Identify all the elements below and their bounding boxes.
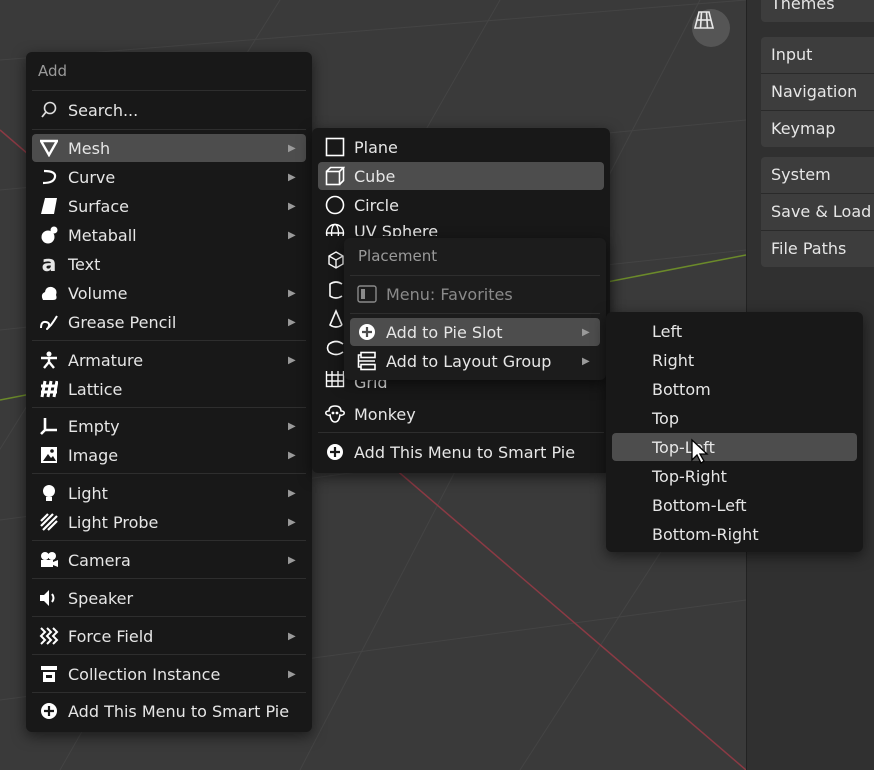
torus-icon (326, 338, 346, 362)
slot-bottom-left[interactable]: Bottom-Left (612, 491, 857, 519)
monkey-icon (324, 403, 346, 425)
menu-item-curve[interactable]: Curve ▶ (32, 163, 306, 191)
slot-top-right[interactable]: Top-Right (612, 462, 857, 490)
menu-item-force-field[interactable]: Force Field ▶ (32, 622, 306, 650)
cone-icon (326, 308, 346, 333)
pref-group-interface: Themes (761, 0, 874, 22)
menu-item-volume[interactable]: Volume ▶ (32, 279, 306, 307)
layout-group-icon (356, 350, 378, 372)
ico-sphere-icon (326, 250, 346, 274)
cube-icon (324, 165, 346, 187)
pie-slot-submenu: Left Right Bottom Top Top-Left Top-Right… (606, 312, 863, 552)
search-field[interactable]: Search... (32, 96, 306, 124)
mesh-item-add-to-smart-pie[interactable]: Add This Menu to Smart Pie (318, 438, 604, 466)
circle-icon (324, 194, 346, 216)
menu-item-mesh[interactable]: Mesh ▶ (32, 134, 306, 162)
placement-menu-favorites: Menu: Favorites (350, 280, 600, 308)
pref-group-input: Input Navigation Keymap (761, 37, 874, 147)
pref-tab-navigation[interactable]: Navigation (761, 74, 874, 111)
mesh-icon (38, 137, 60, 159)
menu-item-surface[interactable]: Surface ▶ (32, 192, 306, 220)
curve-icon (38, 166, 60, 188)
image-icon (38, 444, 60, 466)
plane-icon (324, 136, 346, 158)
menu-item-light-probe[interactable]: Light Probe ▶ (32, 508, 306, 536)
menu-item-grease-pencil[interactable]: Grease Pencil ▶ (32, 308, 306, 336)
mesh-item-uv-sphere[interactable]: UV Sphere (318, 220, 604, 236)
placement-menu: Placement Menu: Favorites Add to Pie Slo… (344, 238, 606, 380)
plus-circle-icon (38, 700, 60, 722)
placement-add-to-pie-slot[interactable]: Add to Pie Slot ▶ (350, 318, 600, 346)
slot-right[interactable]: Right (612, 346, 857, 374)
slot-top-left[interactable]: Top-Left (612, 433, 857, 461)
mesh-item-monkey[interactable]: Monkey (318, 400, 604, 428)
uv-sphere-icon (324, 222, 346, 236)
light-icon (38, 482, 60, 504)
grease-pencil-icon (38, 311, 60, 333)
slot-bottom[interactable]: Bottom (612, 375, 857, 403)
speaker-icon (38, 587, 60, 609)
force-field-icon (38, 625, 60, 647)
pref-tab-input[interactable]: Input (761, 37, 874, 74)
mesh-item-plane[interactable]: Plane (318, 133, 604, 161)
slot-left[interactable]: Left (612, 317, 857, 345)
menu-item-image[interactable]: Image ▶ (32, 441, 306, 469)
menu-item-light[interactable]: Light ▶ (32, 479, 306, 507)
placement-add-to-layout-group[interactable]: Add to Layout Group ▶ (350, 347, 600, 375)
menu-title: Add (38, 62, 68, 80)
mesh-item-cube[interactable]: Cube (318, 162, 604, 190)
menu-item-camera[interactable]: Camera ▶ (32, 546, 306, 574)
volume-icon (38, 282, 60, 304)
menu-item-empty[interactable]: Empty ▶ (32, 412, 306, 440)
text-icon: a (41, 251, 57, 277)
cylinder-icon (326, 280, 346, 304)
menu-item-add-to-smart-pie[interactable]: Add This Menu to Smart Pie (32, 697, 306, 725)
armature-icon (38, 349, 60, 371)
search-icon (38, 99, 60, 121)
menu-item-collection-instance[interactable]: Collection Instance ▶ (32, 660, 306, 688)
grid-view-icon[interactable] (692, 9, 730, 47)
menu-item-armature[interactable]: Armature ▶ (32, 346, 306, 374)
slot-top[interactable]: Top (612, 404, 857, 432)
menu-item-metaball[interactable]: Metaball ▶ (32, 221, 306, 249)
metaball-icon (38, 224, 60, 246)
add-menu: Add Search... Mesh ▶ Curve ▶ Surface ▶ Meta… (26, 52, 312, 732)
plus-circle-icon (356, 321, 378, 343)
collection-instance-icon (38, 663, 60, 685)
mouse-cursor-icon (691, 438, 709, 464)
lattice-icon (38, 378, 60, 400)
camera-icon (38, 549, 60, 571)
surface-icon (38, 195, 60, 217)
placement-title: Placement (358, 247, 438, 265)
menu-icon (356, 283, 378, 305)
pref-tab-system[interactable]: System (761, 157, 874, 194)
pref-tab-keymap[interactable]: Keymap (761, 111, 874, 147)
light-probe-icon (38, 511, 60, 533)
mesh-item-circle[interactable]: Circle (318, 191, 604, 219)
empty-icon (38, 415, 60, 437)
pref-group-system: System Save & Load File Paths (761, 157, 874, 267)
menu-item-lattice[interactable]: Lattice (32, 375, 306, 403)
plus-circle-icon (324, 441, 346, 463)
menu-item-text[interactable]: a Text (32, 250, 306, 278)
menu-item-speaker[interactable]: Speaker (32, 584, 306, 612)
slot-bottom-right[interactable]: Bottom-Right (612, 520, 857, 548)
pref-tab-file-paths[interactable]: File Paths (761, 231, 874, 267)
pref-tab-save-load[interactable]: Save & Load (761, 194, 874, 231)
grid-icon (324, 371, 346, 389)
pref-tab-themes[interactable]: Themes (761, 0, 874, 22)
